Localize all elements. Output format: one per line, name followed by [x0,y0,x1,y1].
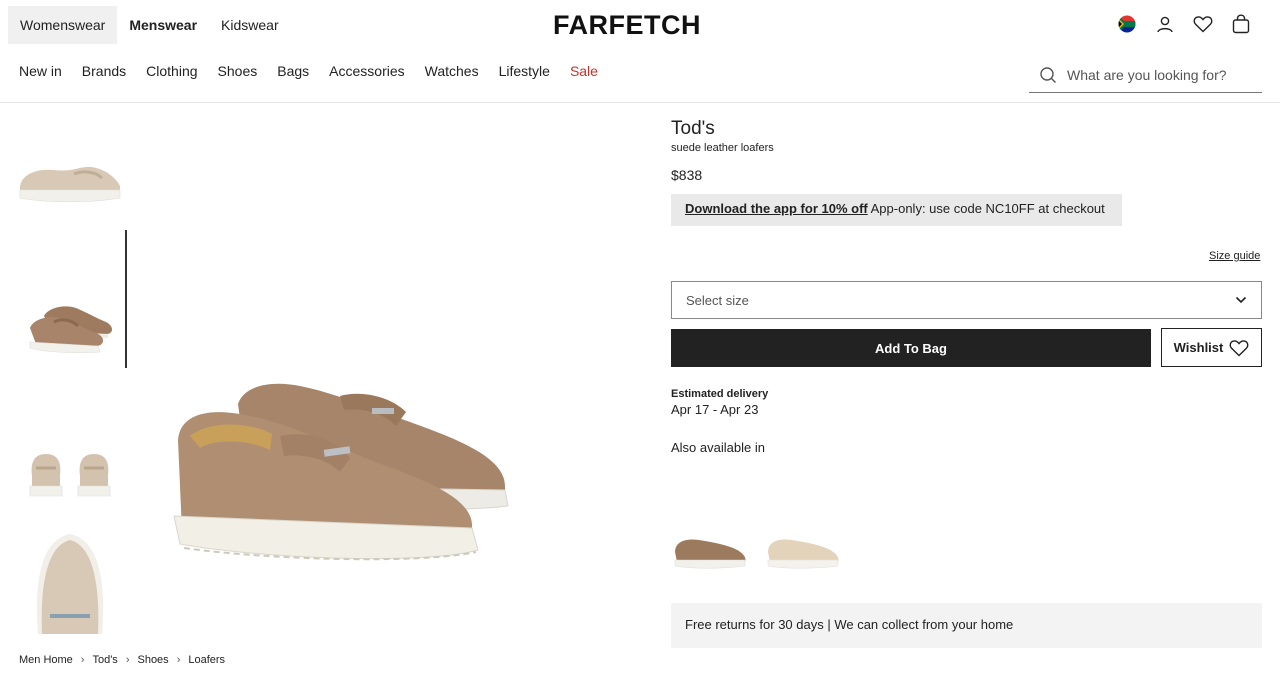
app-promo-banner: Download the app for 10% off App-only: u… [671,194,1122,226]
size-select[interactable]: Select size [671,281,1262,319]
product-brand[interactable]: Tod's [671,118,715,140]
wishlist-button[interactable]: Wishlist [1161,328,1262,367]
thumbnail-front-view[interactable] [14,386,126,524]
app-promo-link[interactable]: Download the app for 10% off [685,201,868,216]
tab-menswear[interactable]: Menswear [117,6,209,44]
heart-icon [1229,339,1249,356]
search-bar [1029,58,1262,93]
breadcrumb-loafers[interactable]: Loafers [188,654,225,666]
heart-icon[interactable] [1192,13,1214,35]
bag-icon[interactable] [1230,13,1252,35]
chevron-down-icon [1235,296,1247,304]
thumbnail-pair-angle[interactable] [14,248,126,386]
search-icon[interactable] [1039,66,1057,84]
account-icon[interactable] [1154,13,1176,35]
main-product-image[interactable] [160,360,520,580]
add-to-bag-button[interactable]: Add To Bag [671,329,1151,367]
size-select-placeholder: Select size [686,292,749,308]
product-price: $838 [671,167,703,183]
estimated-delivery-label: Estimated delivery [671,388,769,400]
header-divider [0,102,1280,103]
nav-accessories[interactable]: Accessories [329,63,404,79]
also-available-label: Also available in [671,440,765,455]
main-nav: New in Brands Clothing Shoes Bags Access… [19,63,598,79]
nav-shoes[interactable]: Shoes [218,63,258,79]
south-africa-flag-icon[interactable] [1116,13,1138,35]
breadcrumb-separator-icon: › [176,654,181,666]
gender-tabs: Womenswear Menswear Kidswear [8,6,291,44]
nav-bags[interactable]: Bags [277,63,309,79]
nav-lifestyle[interactable]: Lifestyle [499,63,550,79]
wishlist-label: Wishlist [1173,340,1224,355]
tab-kidswear[interactable]: Kidswear [209,6,291,44]
nav-clothing[interactable]: Clothing [146,63,197,79]
search-input[interactable] [1067,67,1247,83]
breadcrumb-men-home[interactable]: Men Home [19,654,73,666]
variant-brown[interactable] [671,530,749,570]
thumbnail-active-indicator [125,230,127,368]
thumbnail-top-view[interactable] [14,524,126,634]
tab-womenswear[interactable]: Womenswear [8,6,118,44]
breadcrumb: Men Home › Tod's › Shoes › Loafers [19,654,225,666]
nav-sale[interactable]: Sale [570,63,598,79]
free-returns-banner: Free returns for 30 days | We can collec… [671,603,1262,648]
thumbnail-side-view[interactable] [14,110,126,248]
header-icons [1116,13,1252,35]
variant-beige[interactable] [764,530,842,570]
breadcrumb-tods[interactable]: Tod's [92,654,117,666]
nav-new-in[interactable]: New in [19,63,62,79]
breadcrumb-separator-icon: › [80,654,85,666]
product-name: suede leather loafers [671,142,774,154]
app-promo-text: App-only: use code NC10FF at checkout [870,201,1105,216]
farfetch-logo[interactable]: FARFETCH [553,10,701,41]
estimated-delivery-dates: Apr 17 - Apr 23 [671,402,759,417]
nav-watches[interactable]: Watches [425,63,479,79]
thumbnail-gallery [14,110,130,634]
size-guide-link[interactable]: Size guide [1209,250,1260,262]
breadcrumb-separator-icon: › [125,654,130,666]
breadcrumb-shoes[interactable]: Shoes [137,654,168,666]
nav-brands[interactable]: Brands [82,63,126,79]
